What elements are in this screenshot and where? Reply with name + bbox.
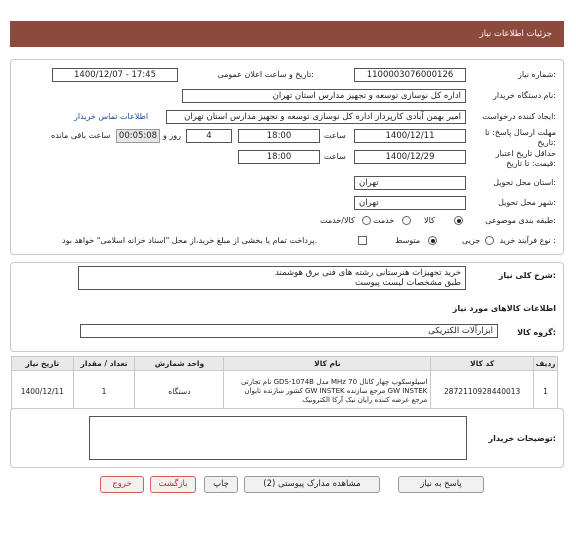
deadline-time-field: 18:00 [238,129,320,143]
col-need-date: تاریخ نیاز [11,356,74,371]
buyer-field: اداره کل نوسازی توسعه و تجهیز مدارس استا… [182,89,466,103]
description-line-2: طبق مشخصات لیست پیوست [355,278,461,288]
city-field: تهران [354,196,466,210]
cell-need-date: 1400/12/11 [11,370,74,413]
province-label: استان محل تحویل: [493,178,556,187]
deadline-label: مهلت ارسال پاسخ: تا تاریخ: [484,128,556,147]
need-number-label: شماره نیاز: [517,70,556,79]
deadline-time-label: ساعت [324,131,346,140]
remaining-label: ساعت باقی مانده [51,131,111,140]
remaining-time-field: 00:05:08 [116,129,160,143]
view-attachments-button[interactable]: مشاهده مدارک پیوستی (2) [244,476,380,493]
city-label: شهر محل تحویل: [498,198,556,207]
buyer-contact-link[interactable]: اطلاعات تماس خریدار [74,112,148,121]
category-goods-radio[interactable] [454,216,463,225]
buyer-notes-label: توضیحات خریدار: [488,434,556,443]
purchase-medium-radio[interactable] [428,236,437,245]
cell-quantity: 1 [72,370,136,413]
purchase-type-label: نوع فرآیند خرید : [499,236,556,245]
exit-button[interactable]: خروج [100,476,144,493]
buyer-label: نام دستگاه خریدار: [492,91,556,100]
page-title: جزئیات اطلاعات نیاز [479,29,552,39]
goods-group-field: ابزارآلات الکتریکی [80,324,498,338]
col-unit: واحد شمارش [134,356,225,371]
goods-table-header: تاریخ نیاز تعداد / مقدار واحد شمارش نام … [11,356,558,371]
goods-group-label: گروه کالا: [517,328,556,337]
need-number-field: 1100003076000126 [354,68,466,82]
reply-button[interactable]: پاسخ به نیاز [398,476,484,493]
category-both-radio[interactable] [362,216,371,225]
cell-goods-code: 2872110928440013 [430,370,535,413]
validity-date-field: 1400/12/29 [354,150,466,164]
page-header: جزئیات اطلاعات نیاز [10,21,564,47]
goods-name-line-2: GW INSTEK مرجع سازنده GW INSTEK کشور ساز… [244,387,428,395]
cell-row-number: 1 [533,370,558,413]
goods-table: تاریخ نیاز تعداد / مقدار واحد شمارش نام … [11,356,558,413]
category-label: طبقه بندی موضوعی: [485,216,556,225]
category-goods-label: کالا [424,216,435,225]
goods-name-line-3: مرجع عرضه کننده رایان نیک آرکا الکترونیک [302,396,428,404]
table-row: 1400/12/11 1 دستگاه اسیلوسکوپ چهار کانال… [11,370,558,413]
print-button[interactable]: چاپ [204,476,238,493]
validity-label: حداقل تاریخ اعتبار قیمت: تا تاریخ: [495,149,556,168]
description-field: خرید تجهیزات هنرستانی رشته های فنی برق ه… [78,266,466,290]
buyer-notes-field [89,416,467,460]
col-goods-code: کد کالا [430,356,535,371]
category-service-label: خدمت [373,216,395,225]
creator-label: ایجاد کننده درخواست: [482,112,556,121]
creator-field: امیر بهمن آبادی کارپرداز اداره کل نوسازی… [166,110,466,124]
province-field: تهران [354,176,466,190]
back-button[interactable]: بازگشت [150,476,196,493]
validity-time-field: 18:00 [238,150,320,164]
goods-section-title: اطلاعات کالاهای مورد نیاز [452,304,556,313]
treasury-payment-checkbox[interactable] [358,236,367,245]
days-field: 4 [186,129,232,143]
purchase-minor-label: جزیی [462,236,481,245]
category-service-radio[interactable] [402,216,411,225]
col-quantity: تعداد / مقدار [72,356,136,371]
goods-name-line-1: اسیلوسکوپ چهار کانال 70 MHz مدل GDS-1074… [240,378,428,386]
validity-time-label: ساعت [324,152,346,161]
announce-label: تاریخ و ساعت اعلان عمومی: [217,70,314,79]
treasury-payment-note: پرداخت تمام یا بخشی از مبلغ خرید،از محل … [62,236,318,245]
cell-unit: دستگاه [134,370,225,413]
days-label: روز و [163,131,181,140]
description-label: شرح کلی نیاز: [498,271,556,280]
description-line-1: خرید تجهیزات هنرستانی رشته های فنی برق ه… [275,268,461,278]
col-goods-name: نام کالا [223,356,432,371]
category-both-label: کالا/خدمت [320,216,355,225]
cell-goods-name: اسیلوسکوپ چهار کانال 70 MHz مدل GDS-1074… [223,370,432,413]
col-row: ردیف [533,356,558,371]
purchase-medium-label: متوسط [395,236,421,245]
announce-field: 1400/12/07 - 17:45 [52,68,178,82]
deadline-date-field: 1400/12/11 [354,129,466,143]
purchase-minor-radio[interactable] [485,236,494,245]
